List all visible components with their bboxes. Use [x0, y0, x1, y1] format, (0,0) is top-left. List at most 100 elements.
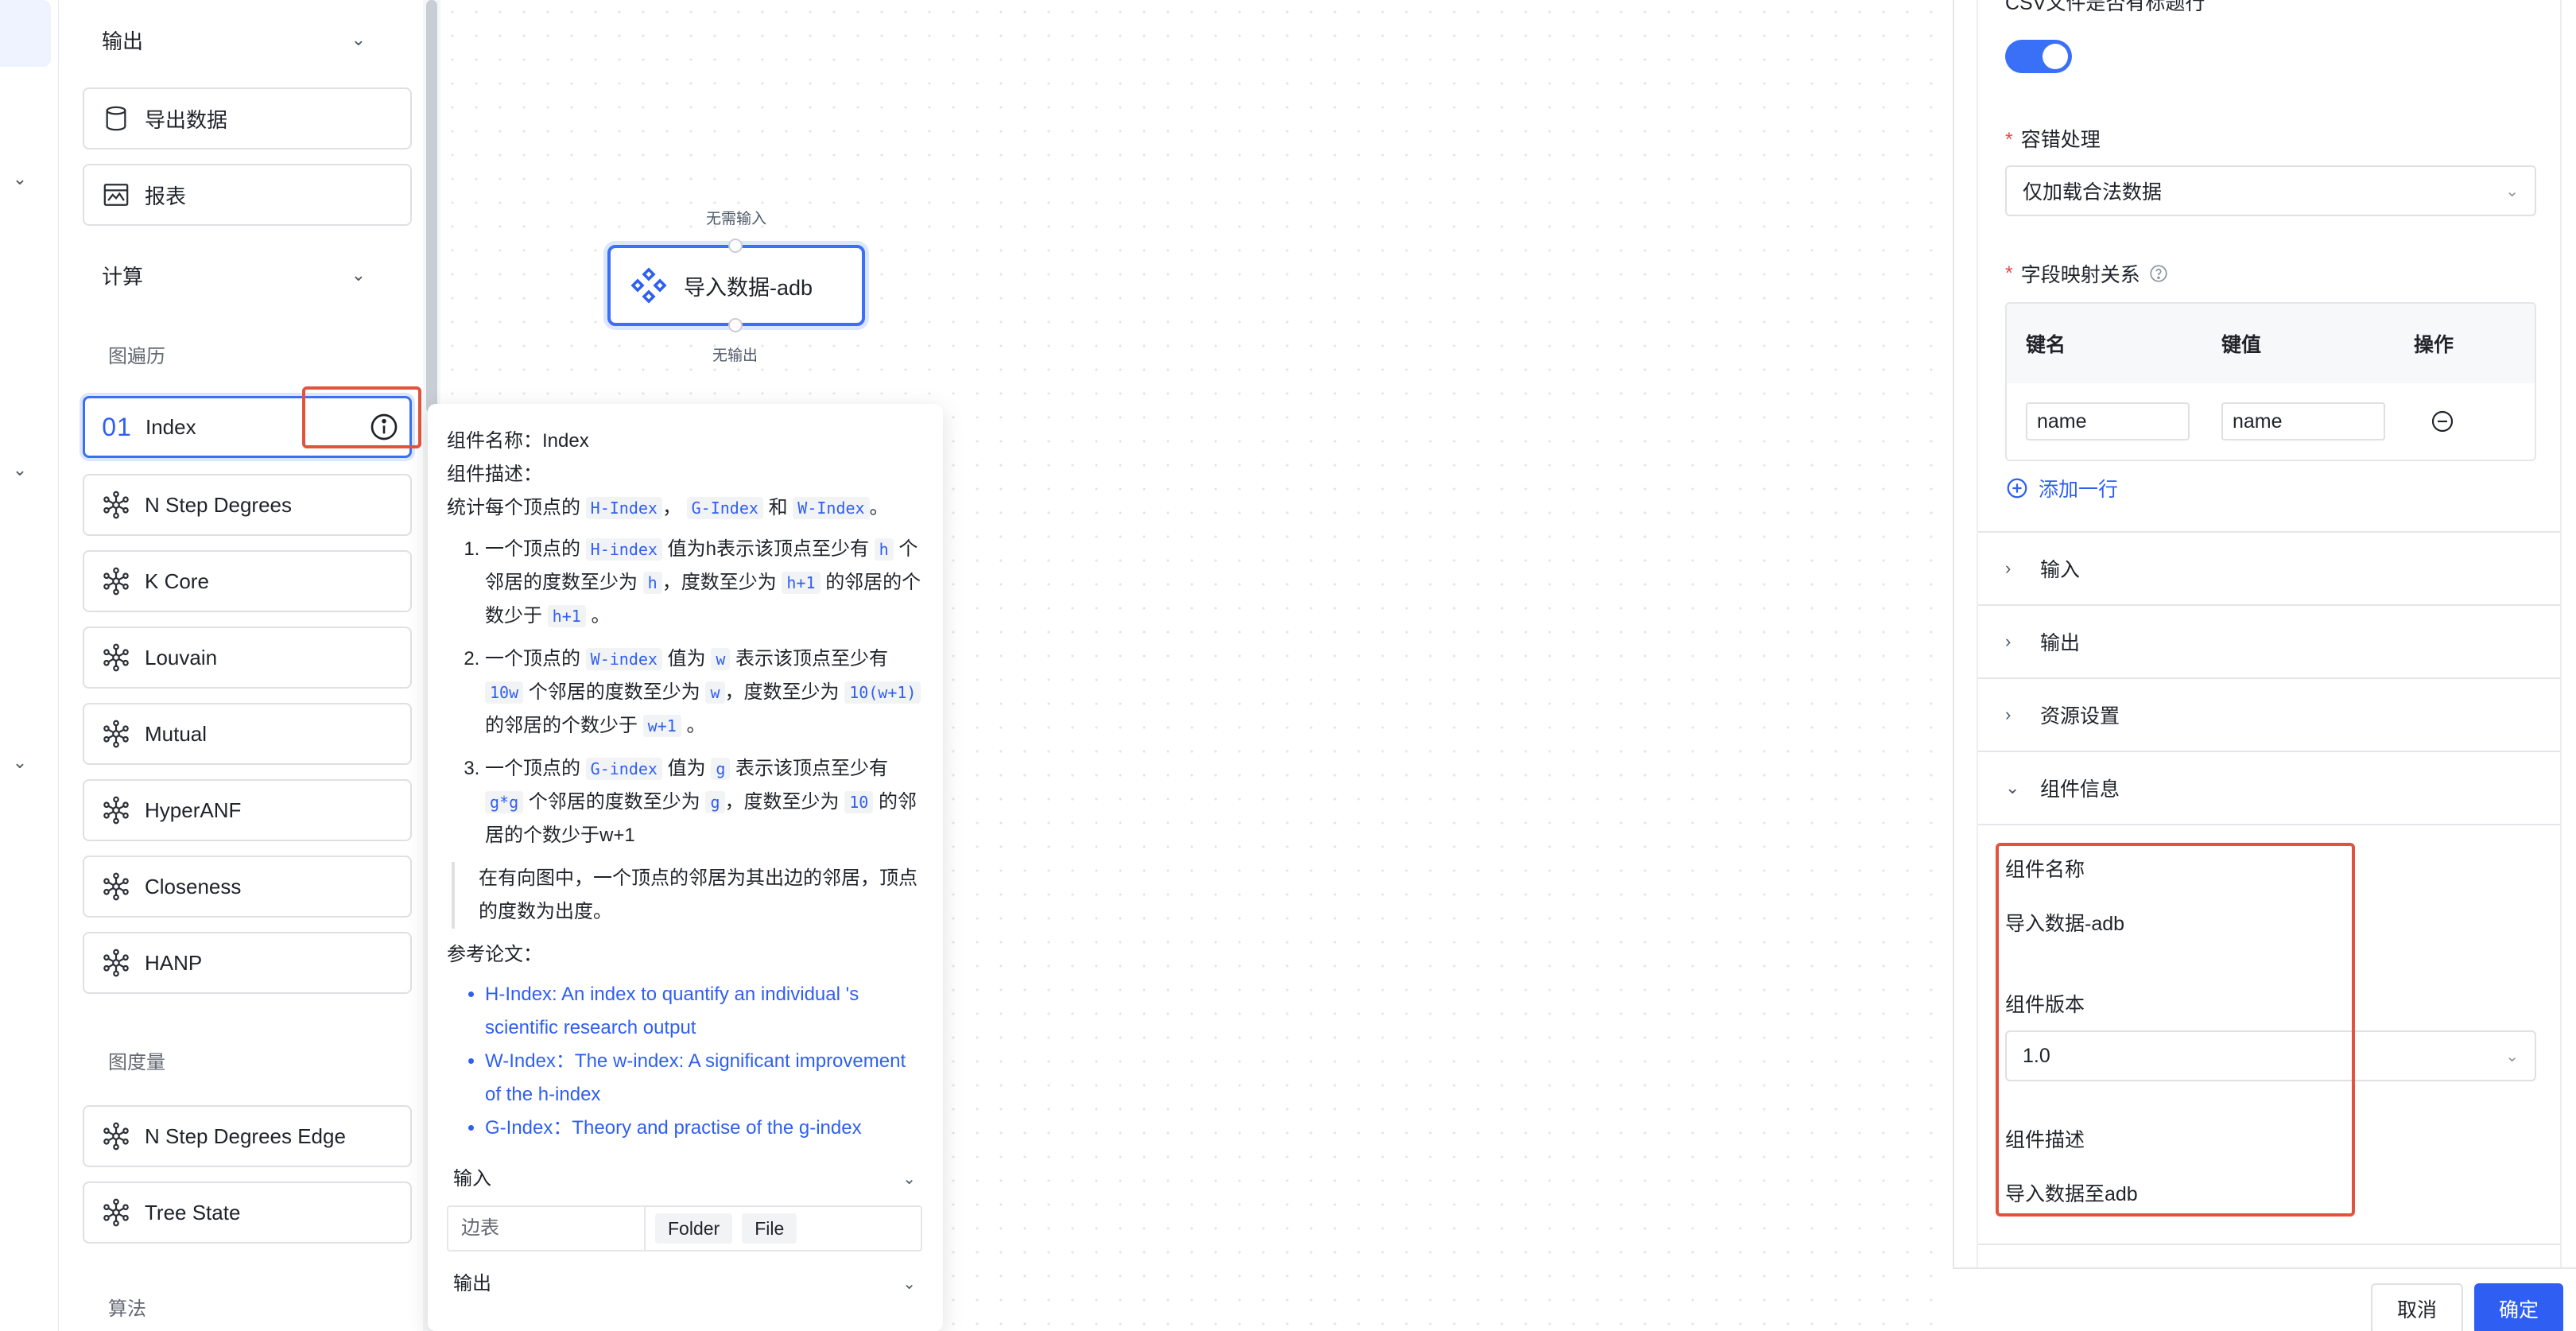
port-name: 边表 — [448, 1207, 646, 1250]
list-item: 一个顶点的 G-index 值为 g 表示该顶点至少有 g*g 个邻居的度数至少… — [485, 752, 922, 852]
palette-item-label: 导出数据 — [145, 107, 228, 132]
required-mark: * — [2005, 129, 2013, 151]
key-name-input[interactable]: name — [2026, 402, 2190, 440]
palette-item-closeness[interactable]: Closeness — [83, 856, 412, 918]
collapse-resource-settings[interactable]: › 资源设置 — [1978, 677, 2560, 751]
component-info-popover: 组件名称：Index 组件描述： 统计每个顶点的 H-Index， G-Inde… — [428, 404, 943, 1331]
palette-item-label: Louvain — [145, 645, 218, 669]
csv-header-label: CSV文件是否有标题行 — [2005, 0, 2206, 14]
palette-item-mutual[interactable]: Mutual — [83, 703, 412, 765]
confirm-button[interactable]: 确定 — [2474, 1283, 2563, 1331]
chevron-down-icon: ⌄ — [351, 265, 366, 285]
node-title: 导入数据-adb — [684, 275, 813, 300]
palette-item-label: HyperANF — [145, 797, 242, 822]
node-component-icon — [630, 266, 668, 305]
collapse-title: 输出 — [2040, 632, 2081, 654]
required-mark: * — [2005, 262, 2013, 285]
field-mapping-label: * 字段映射关系 — [2005, 259, 2169, 288]
rail-active-item[interactable] — [0, 0, 51, 67]
group-traversal-title: 图遍历 — [108, 346, 165, 367]
collapse-title: 资源设置 — [2040, 705, 2120, 728]
fault-tolerance-select[interactable]: 仅加载合法数据 ⌄ — [2005, 165, 2536, 216]
cancel-button[interactable]: 取消 — [2371, 1283, 2463, 1331]
node-input-label: 无需输入 — [706, 211, 767, 227]
graph-network-icon — [100, 489, 132, 521]
palette-item-label: N Step Degrees Edge — [145, 1123, 346, 1148]
add-row-button[interactable]: 添加一行 — [2005, 474, 2118, 503]
highlight-box — [302, 386, 421, 448]
column-header: 键值 — [2221, 334, 2262, 356]
port-type-tag: Folder — [655, 1213, 733, 1244]
port-type-tag: File — [742, 1213, 797, 1244]
popover-output-title: 输出 — [453, 1273, 491, 1294]
collapse-title: 输入 — [2040, 559, 2081, 581]
section-output-title: 输出 — [102, 29, 144, 53]
chevron-down-icon: ⌄ — [2505, 182, 2519, 200]
csv-header-toggle[interactable] — [2005, 40, 2072, 73]
graph-network-icon — [100, 794, 132, 826]
chevron-down-icon[interactable]: ⌄ — [11, 461, 29, 479]
chevron-down-icon[interactable]: ⌄ — [11, 754, 29, 771]
node-input-port[interactable] — [728, 239, 743, 253]
chevron-down-icon: ⌄ — [2505, 1047, 2519, 1065]
section-output-header[interactable]: 输出 ⌄ — [59, 16, 409, 64]
popover-intro: 统计每个顶点的 H-Index， G-Index 和 W-Index。 — [447, 497, 889, 519]
collapse-input[interactable]: › 输入 — [1978, 531, 2560, 604]
palette-scrollbar-thumb[interactable] — [426, 0, 437, 413]
plus-circle-icon — [2005, 476, 2029, 500]
popover-refs-label: 参考论文： — [447, 944, 542, 965]
chevron-down-icon[interactable]: ⌄ — [11, 170, 29, 188]
palette-item-louvain[interactable]: Louvain — [83, 627, 412, 689]
palette-item-report[interactable]: 报表 — [83, 164, 412, 226]
palette-item-label: Tree State — [145, 1200, 241, 1224]
chevron-down-icon: ⌄ — [2005, 778, 2020, 797]
key-value-input[interactable]: name — [2221, 402, 2385, 440]
collapse-output[interactable]: › 输出 — [1978, 604, 2560, 677]
palette-item-label: HANP — [145, 950, 203, 975]
popover-output-section-header[interactable]: 输出 ⌄ — [447, 1258, 922, 1310]
reference-link[interactable]: H-Index: An index to quantify an individ… — [485, 978, 922, 1045]
group-metric-title: 图度量 — [108, 1052, 165, 1073]
reference-link[interactable]: G-Index：Theory and practise of the g-ind… — [485, 1112, 922, 1145]
collapse-component-info[interactable]: ⌄ 组件信息 — [1978, 751, 2560, 824]
popover-name-value: Index — [542, 430, 589, 452]
graph-network-icon — [100, 718, 132, 750]
chevron-down-icon: ⌄ — [902, 1275, 916, 1293]
popover-input-section-header[interactable]: 输入 ⌄ — [447, 1153, 922, 1205]
column-header: 操作 — [2414, 334, 2454, 356]
highlight-box — [1996, 843, 2355, 1217]
left-rail: ⌄ ⌄ ⌄ — [0, 0, 59, 1331]
node-output-port[interactable] — [728, 318, 743, 332]
database-icon — [100, 103, 132, 134]
field-mapping-table: 键名 键值 操作 name name — [2005, 302, 2536, 461]
reference-link[interactable]: W-Index：The w-index: A significant impro… — [485, 1045, 922, 1112]
palette-item-label: 报表 — [145, 184, 187, 208]
palette-item-label: Closeness — [145, 874, 242, 898]
palette-item-n-step-degrees-edge[interactable]: N Step Degrees Edge — [83, 1105, 412, 1167]
table-row: name name — [2007, 383, 2535, 460]
remove-row-icon[interactable] — [2414, 409, 2455, 434]
popover-name-row: 组件名称：Index — [447, 425, 922, 458]
graph-network-icon — [100, 1120, 132, 1152]
palette-item-tree-state[interactable]: Tree State — [83, 1182, 412, 1244]
palette-item-hanp[interactable]: HANP — [83, 932, 412, 994]
table-header: 键名 键值 操作 — [2007, 304, 2535, 383]
collapse-title: 组件信息 — [2040, 778, 2120, 801]
node-output-label: 无输出 — [712, 347, 758, 364]
palette-item-hyperanf[interactable]: HyperANF — [83, 779, 412, 841]
add-row-label: 添加一行 — [2039, 479, 2119, 501]
chevron-right-icon: › — [2005, 704, 2012, 724]
palette-item-k-core[interactable]: K Core — [83, 550, 412, 612]
section-compute-header[interactable]: 计算 ⌄ — [59, 251, 409, 299]
flow-node-import-adb[interactable]: 导入数据-adb — [607, 245, 865, 326]
help-icon[interactable] — [2148, 263, 2169, 284]
chevron-right-icon: › — [2005, 631, 2012, 651]
graph-network-icon — [100, 565, 132, 597]
index-icon: 01 — [102, 412, 132, 441]
chevron-down-icon: ⌄ — [351, 29, 366, 49]
palette-item-label: K Core — [145, 568, 209, 593]
popover-quote: 在有向图中，一个顶点的邻居为其出边的邻居，顶点的度数为出度。 — [452, 862, 922, 929]
palette-item-n-step-degrees[interactable]: N Step Degrees — [83, 474, 412, 536]
palette-item-label: Index — [145, 414, 196, 439]
palette-item-export[interactable]: 导出数据 — [83, 87, 412, 149]
